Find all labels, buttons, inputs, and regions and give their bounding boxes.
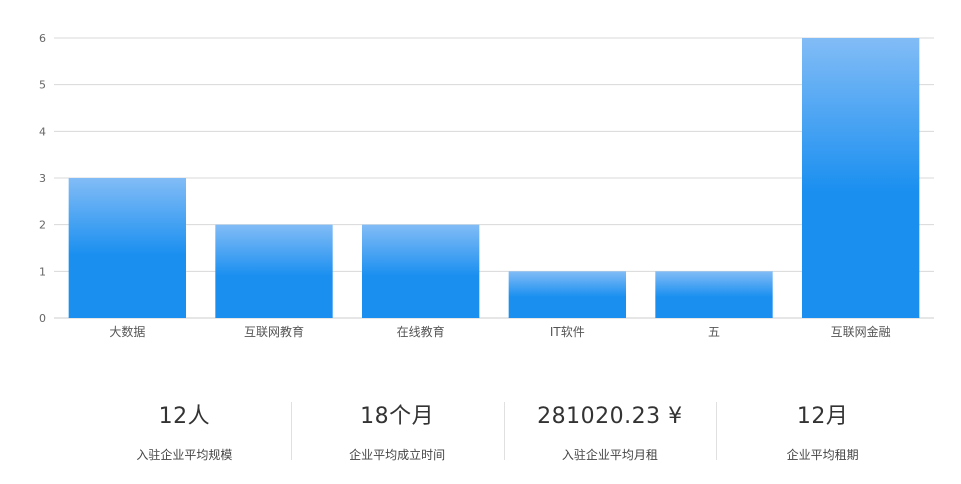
stat-value: 18个月 [360, 404, 435, 429]
stat-avg-lease: 12月 企业平均租期 [716, 396, 929, 466]
stat-label: 入驻企业平均规模 [136, 448, 233, 462]
stat-label: 企业平均租期 [786, 448, 859, 462]
y-tick-label: 0 [39, 312, 46, 325]
x-tick-label: 大数据 [109, 324, 145, 339]
bar-chart: 0 1 2 3 4 5 6 大数据 互联网教育 在线教育 IT软件 五 互联网金融 [0, 0, 961, 370]
stat-value: 12人 [158, 404, 211, 429]
x-tick-label: 五 [708, 325, 720, 339]
y-tick-label: 3 [39, 172, 46, 185]
y-tick-label: 5 [39, 79, 46, 92]
stat-label: 企业平均成立时间 [349, 448, 446, 462]
x-tick-label: 在线教育 [397, 324, 445, 339]
x-tick-label: IT软件 [550, 325, 585, 339]
bar[interactable] [655, 271, 773, 318]
stat-avg-scale: 12人 入驻企业平均规模 [78, 396, 291, 466]
stat-avg-rent: 281020.23 ¥ 入驻企业平均月租 [503, 396, 717, 466]
bar[interactable] [802, 38, 920, 318]
stats-row: 12人 入驻企业平均规模 18个月 企业平均成立时间 281020.23 ¥ 入… [78, 396, 929, 466]
x-tick-label: 互联网教育 [244, 324, 304, 339]
y-tick-label: 2 [39, 219, 46, 232]
x-tick-label: 互联网金融 [831, 324, 891, 339]
y-axis-ticks: 0 1 2 3 4 5 6 [39, 32, 46, 325]
stat-avg-established: 18个月 企业平均成立时间 [290, 396, 504, 466]
y-tick-label: 1 [39, 265, 46, 278]
chart-canvas: 0 1 2 3 4 5 6 大数据 互联网教育 在线教育 IT软件 五 互联网金融 [39, 32, 934, 339]
bar[interactable] [68, 178, 186, 318]
y-tick-label: 4 [39, 125, 46, 138]
stat-label: 入驻企业平均月租 [561, 448, 658, 462]
x-axis-ticks: 大数据 互联网教育 在线教育 IT软件 五 互联网金融 [109, 324, 890, 339]
y-tick-label: 6 [39, 32, 46, 45]
stat-value: 281020.23 ¥ [537, 404, 683, 429]
bar[interactable] [508, 271, 626, 318]
stat-value: 12月 [796, 404, 849, 429]
bar[interactable] [215, 224, 333, 318]
bar[interactable] [362, 224, 480, 318]
